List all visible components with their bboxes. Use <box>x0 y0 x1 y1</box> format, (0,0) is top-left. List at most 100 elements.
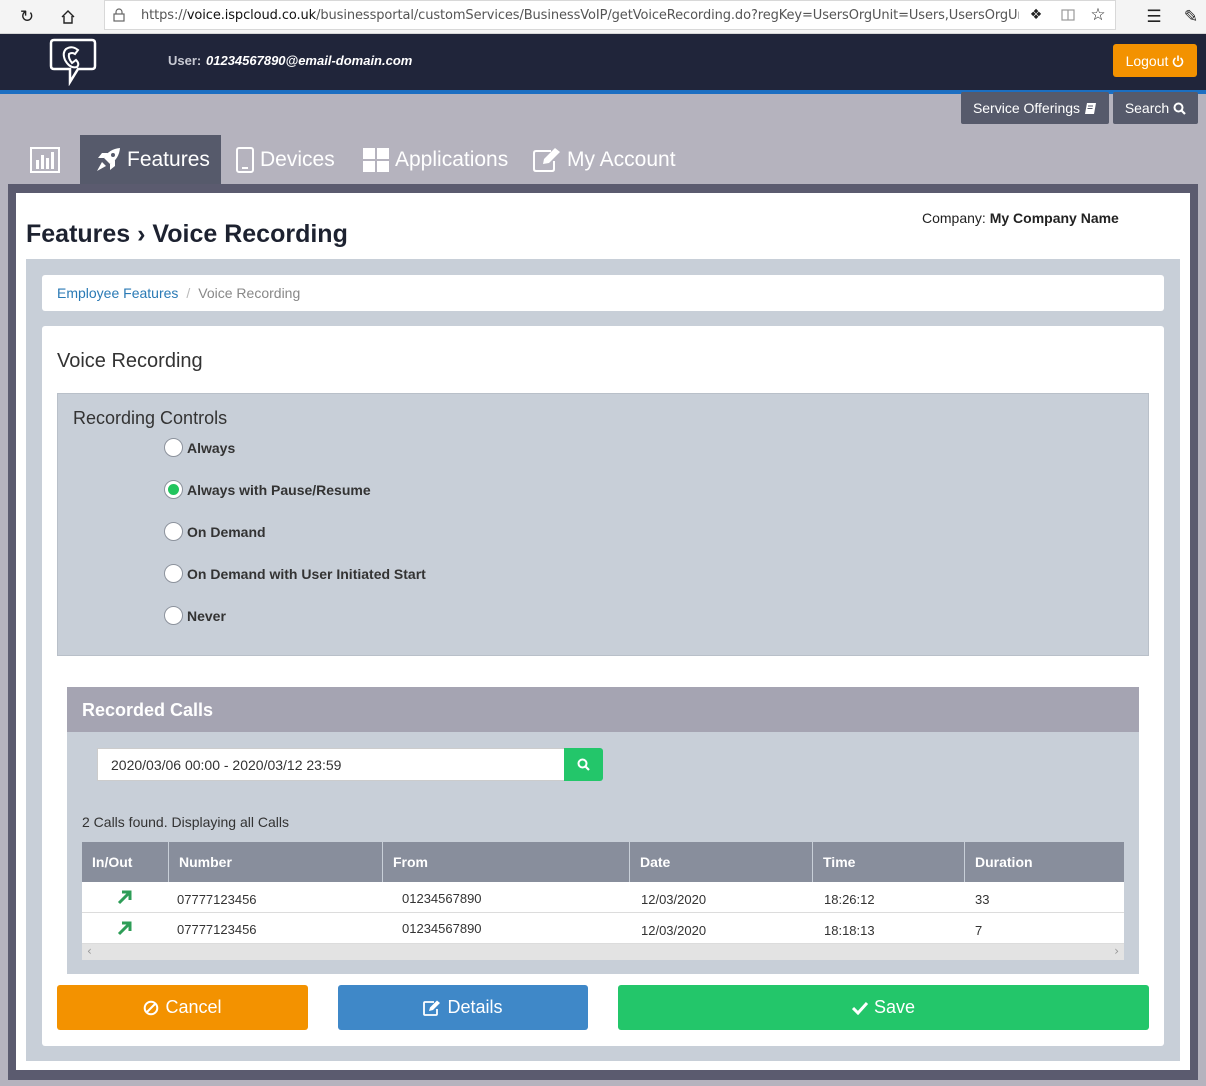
column-header-in-out[interactable]: In/Out <box>82 842 169 882</box>
radio-label: On Demand with User Initiated Start <box>187 565 426 582</box>
edit-icon <box>423 1000 441 1016</box>
address-bar[interactable]: https://voice.ispcloud.co.uk/businesspor… <box>104 0 1116 30</box>
cell-time: 18:26:12 <box>824 892 875 907</box>
search-button[interactable]: Search <box>1113 92 1198 124</box>
radio-button[interactable] <box>164 564 183 583</box>
favorites-list-icon[interactable]: ☰ <box>1141 4 1167 30</box>
lock-icon <box>113 8 125 22</box>
logout-button[interactable]: Logout <box>1113 44 1197 77</box>
calls-found-summary: 2 Calls found. Displaying all Calls <box>82 814 289 830</box>
column-header-time[interactable]: Time <box>813 842 965 882</box>
tab-features[interactable]: Features <box>80 135 221 184</box>
table-row[interactable]: 07777123456 01234567890 12/03/2020 18:26… <box>82 882 1124 913</box>
outgoing-arrow-icon <box>117 890 132 905</box>
save-label: Save <box>873 997 916 1017</box>
card-title: Voice Recording <box>57 350 203 372</box>
ban-icon <box>144 1000 159 1015</box>
cell-time: 18:18:13 <box>824 923 875 938</box>
tablet-icon <box>236 146 254 173</box>
service-offerings-label: Service Offerings <box>972 100 1081 116</box>
check-icon <box>851 1001 868 1015</box>
refresh-icon[interactable]: ↻ <box>14 4 40 30</box>
breadcrumb: Employee Features / Voice Recording <box>42 275 1164 311</box>
company-label: Company: <box>922 210 986 226</box>
scroll-right-icon[interactable]: › <box>1114 944 1119 958</box>
user-email: 01234567890@email-domain.com <box>206 53 413 68</box>
browser-toolbar: ↻ https://voice.ispcloud.co.uk/businessp… <box>0 0 1206 34</box>
app-header: User: 01234567890@email-domain.com Logou… <box>0 34 1206 88</box>
company-info: Company: My Company Name <box>922 210 1119 226</box>
edit-icon <box>533 147 560 172</box>
cell-duration: 33 <box>975 892 990 907</box>
radio-label: Always with Pause/Resume <box>187 481 371 498</box>
cell-from: 01234567890 <box>402 891 482 906</box>
search-icon <box>577 758 590 771</box>
book-icon <box>1085 102 1097 114</box>
breadcrumb-link[interactable]: Employee Features <box>57 285 178 301</box>
cell-from: 01234567890 <box>402 921 482 936</box>
company-name: My Company Name <box>989 210 1119 226</box>
column-header-number[interactable]: Number <box>169 842 383 882</box>
tab-my-account-label: My Account <box>567 147 676 171</box>
cell-number: 07777123456 <box>177 922 257 937</box>
cell-date: 12/03/2020 <box>641 923 707 938</box>
rocket-icon <box>97 147 120 171</box>
url-text: https://voice.ispcloud.co.uk/businesspor… <box>141 8 1019 23</box>
column-header-duration[interactable]: Duration <box>965 842 1124 882</box>
radio-label: Never <box>187 607 226 624</box>
translate-icon[interactable]: ❖ <box>1023 2 1049 28</box>
cell-duration: 7 <box>975 923 983 938</box>
recorded-calls-title: Recorded Calls <box>67 687 1139 732</box>
bar-chart-icon <box>30 146 60 173</box>
tab-devices-label: Devices <box>260 147 335 171</box>
radio-label: Always <box>187 439 236 456</box>
pen-icon[interactable]: ✎ <box>1178 4 1204 30</box>
table-header: In/Out Number From Date Time Duration <box>82 842 1124 882</box>
tab-my-account[interactable]: My Account <box>533 135 683 184</box>
details-button[interactable]: Details <box>338 985 588 1030</box>
breadcrumb-current: Voice Recording <box>198 285 301 301</box>
search-icon <box>1173 102 1186 115</box>
cell-number: 07777123456 <box>177 892 257 907</box>
radio-button[interactable] <box>164 438 183 457</box>
power-icon <box>1173 55 1184 67</box>
tab-features-label: Features <box>127 147 210 171</box>
radio-always-pause-resume[interactable]: Always with Pause/Resume <box>164 480 371 499</box>
table-row[interactable]: 07777123456 01234567890 12/03/2020 18:18… <box>82 913 1124 944</box>
outgoing-arrow-icon <box>117 921 132 936</box>
user-label: User: <box>168 53 202 68</box>
tab-devices[interactable]: Devices <box>236 135 348 184</box>
cell-date: 12/03/2020 <box>641 892 707 907</box>
column-header-date[interactable]: Date <box>630 842 813 882</box>
service-offerings-button[interactable]: Service Offerings <box>961 92 1109 124</box>
radio-never[interactable]: Never <box>164 606 226 625</box>
radio-on-demand-user-start[interactable]: On Demand with User Initiated Start <box>164 564 426 583</box>
tab-dashboard[interactable] <box>24 135 72 184</box>
radio-button[interactable] <box>164 606 183 625</box>
tab-applications-label: Applications <box>395 147 509 171</box>
recording-controls-title: Recording Controls <box>73 408 228 428</box>
horizontal-scrollbar[interactable]: ‹ › <box>82 944 1124 960</box>
date-range-input[interactable]: 2020/03/06 00:00 - 2020/03/12 23:59 <box>97 748 565 781</box>
grid-icon <box>363 147 389 172</box>
scroll-left-icon[interactable]: ‹ <box>87 944 92 958</box>
date-search-button[interactable] <box>564 748 603 781</box>
cancel-label: Cancel <box>165 997 222 1017</box>
logout-label: Logout <box>1125 52 1169 69</box>
radio-always[interactable]: Always <box>164 438 235 457</box>
cancel-button[interactable]: Cancel <box>57 985 308 1030</box>
column-header-from[interactable]: From <box>383 842 630 882</box>
save-button[interactable]: Save <box>618 985 1149 1030</box>
radio-label: On Demand <box>187 523 266 540</box>
search-label: Search <box>1124 100 1170 116</box>
home-icon[interactable] <box>55 4 81 30</box>
radio-button[interactable] <box>164 522 183 541</box>
reader-view-icon[interactable] <box>1055 2 1081 28</box>
favorite-star-icon[interactable]: ☆ <box>1085 2 1111 28</box>
radio-on-demand[interactable]: On Demand <box>164 522 266 541</box>
page-title: Features › Voice Recording <box>26 220 348 248</box>
radio-button-selected[interactable] <box>164 480 183 499</box>
breadcrumb-separator: / <box>186 285 191 301</box>
logo-icon[interactable] <box>48 36 98 86</box>
tab-applications[interactable]: Applications <box>363 135 513 184</box>
